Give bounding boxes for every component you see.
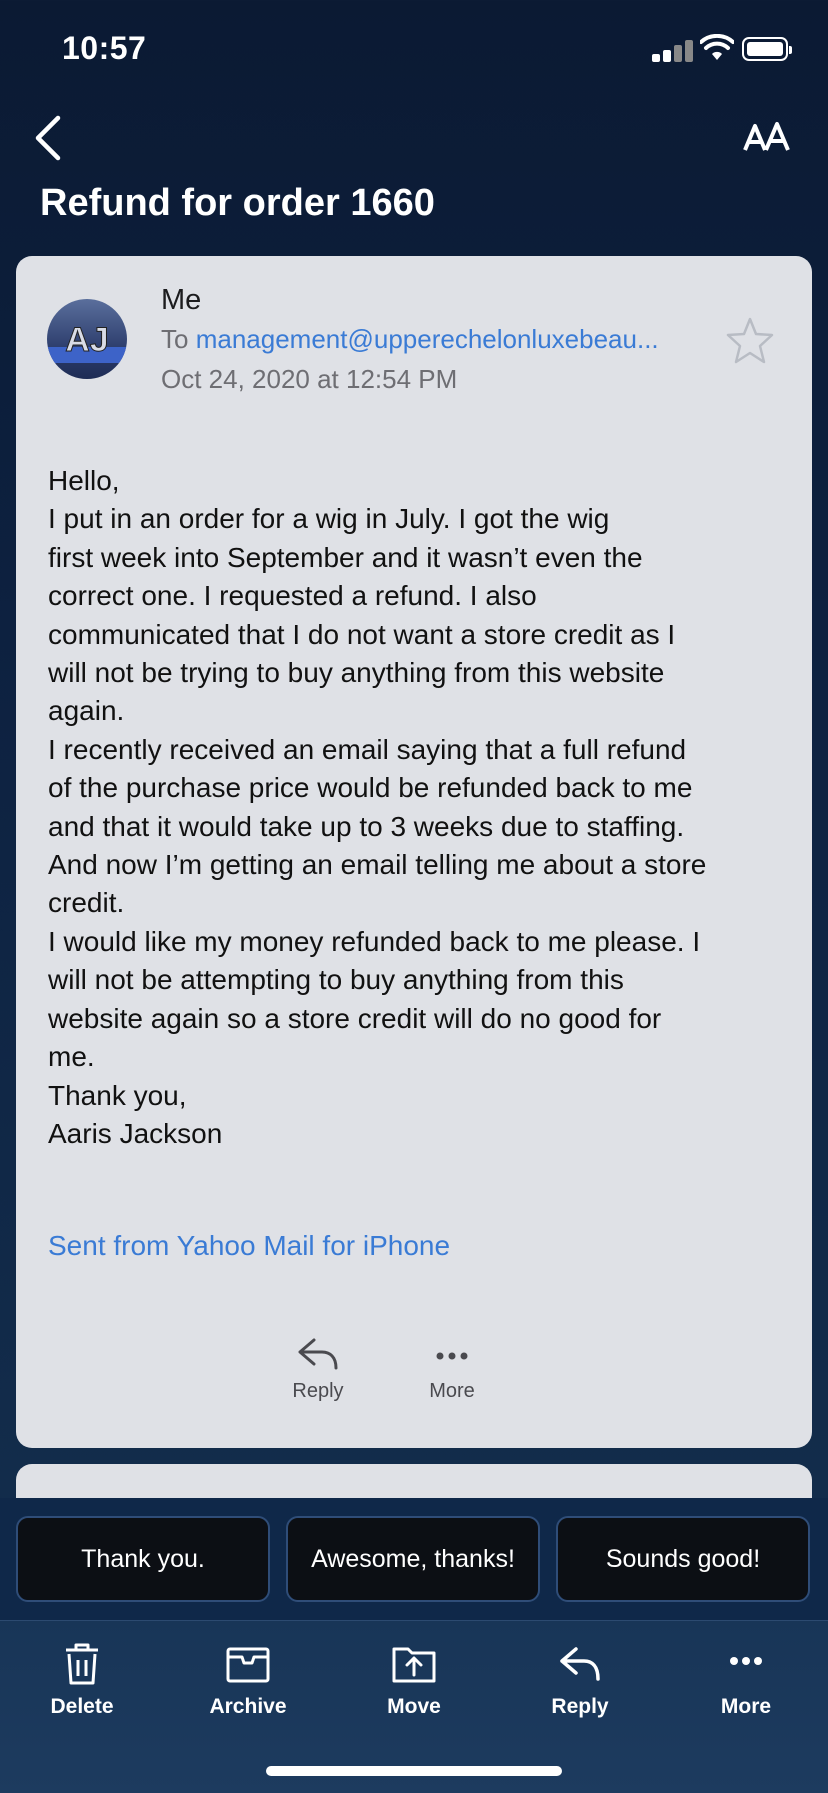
more-toolbar-button[interactable]: More	[686, 1641, 806, 1719]
quick-replies-bar: Thank you. Awesome, thanks! Sounds good!	[0, 1498, 828, 1620]
wifi-icon	[700, 34, 734, 60]
star-icon[interactable]	[724, 316, 776, 366]
quick-reply-sounds-good[interactable]: Sounds good!	[556, 1516, 810, 1602]
reply-icon	[298, 1338, 338, 1370]
recipient-address[interactable]: management@upperechelonluxebeau...	[196, 324, 659, 354]
recipient-line: To management@upperechelonluxebeau...	[161, 324, 711, 355]
avatar-initials: AJ	[65, 321, 108, 359]
quick-reply-thank-you[interactable]: Thank you.	[16, 1516, 270, 1602]
more-dots-icon	[436, 1352, 468, 1360]
signature-link[interactable]: Sent from Yahoo Mail for iPhone	[48, 1230, 450, 1262]
archive-icon	[226, 1647, 270, 1683]
sender-name: Me	[161, 284, 202, 316]
move-label: Move	[387, 1695, 441, 1718]
home-indicator[interactable]	[266, 1766, 562, 1776]
avatar: AJ	[47, 299, 127, 379]
archive-button[interactable]: Archive	[188, 1641, 308, 1719]
more-label: More	[429, 1380, 475, 1402]
back-chevron-icon[interactable]	[30, 112, 70, 164]
move-icon	[392, 1647, 436, 1683]
reply-toolbar-button[interactable]: Reply	[520, 1641, 640, 1719]
more-dots-icon	[730, 1657, 762, 1665]
delete-label: Delete	[50, 1695, 114, 1718]
reply-toolbar-label: Reply	[551, 1695, 609, 1718]
to-prefix: To	[161, 324, 189, 354]
archive-label: Archive	[209, 1695, 287, 1718]
trash-icon	[66, 1643, 98, 1685]
delete-button[interactable]: Delete	[22, 1641, 142, 1719]
message-body: Hello, I put in an order for a wig in Ju…	[48, 465, 707, 1149]
reply-icon	[560, 1647, 600, 1681]
message-date: Oct 24, 2020 at 12:54 PM	[161, 364, 458, 394]
battery-icon	[742, 37, 792, 61]
status-bar: 10:57	[0, 0, 828, 100]
reply-label: Reply	[292, 1380, 344, 1402]
cellular-signal-icon	[652, 38, 696, 62]
email-subject: Refund for order 1660	[40, 182, 435, 224]
text-size-icon[interactable]	[742, 118, 792, 158]
move-button[interactable]: Move	[354, 1641, 474, 1719]
more-toolbar-label: More	[720, 1695, 772, 1718]
quick-reply-awesome-thanks[interactable]: Awesome, thanks!	[286, 1516, 540, 1602]
message-card: AJ Me To management@upperechelonluxebeau…	[16, 256, 812, 1448]
reply-button[interactable]: Reply	[268, 1336, 368, 1403]
status-time: 10:57	[62, 30, 147, 66]
more-button[interactable]: More	[402, 1336, 502, 1403]
